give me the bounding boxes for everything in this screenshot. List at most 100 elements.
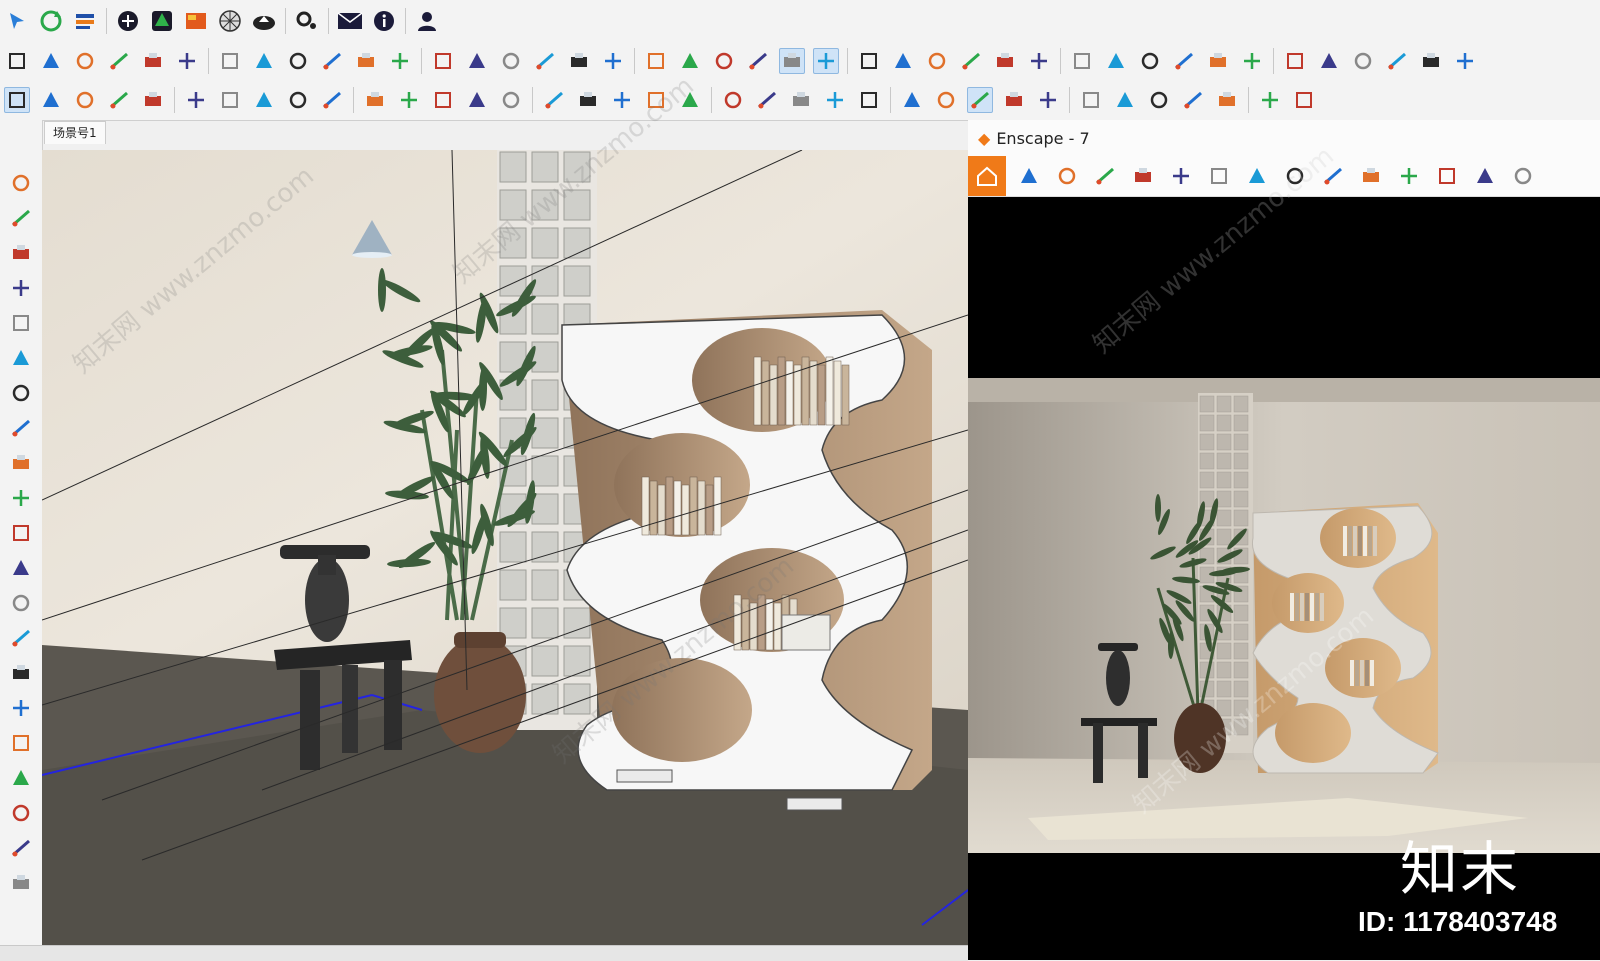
add-circle-icon[interactable]: [115, 8, 141, 34]
styles-icon[interactable]: [720, 87, 746, 113]
link-icon[interactable]: [1257, 87, 1283, 113]
eye-hidden-icon[interactable]: [1214, 87, 1240, 113]
shape-icon[interactable]: [1282, 48, 1308, 74]
pan-icon[interactable]: [498, 87, 524, 113]
group6-icon[interactable]: [600, 48, 626, 74]
enscape-settings-doc-icon[interactable]: [1281, 162, 1309, 190]
enscape-asset-icon[interactable]: [1129, 162, 1157, 190]
protractor-icon[interactable]: [1137, 48, 1163, 74]
circle-icon[interactable]: [8, 380, 34, 406]
eraser-icon[interactable]: [8, 240, 34, 266]
group4-icon[interactable]: [532, 48, 558, 74]
group5-icon[interactable]: [566, 48, 592, 74]
select-arrow-icon[interactable]: [8, 170, 34, 196]
push-pull-icon[interactable]: [8, 485, 34, 511]
user-icon[interactable]: [414, 8, 440, 34]
section-icon[interactable]: [643, 48, 669, 74]
enscape-expand-icon[interactable]: [1319, 162, 1347, 190]
cross-icon[interactable]: [1384, 48, 1410, 74]
enscape-location-icon[interactable]: [1015, 162, 1043, 190]
gear-cluster-icon[interactable]: [294, 8, 320, 34]
sphere-icon[interactable]: [856, 87, 882, 113]
paint-icon[interactable]: [958, 48, 984, 74]
door-icon[interactable]: [251, 48, 277, 74]
paint-bucket-icon[interactable]: [430, 87, 456, 113]
sketchup-viewport[interactable]: [42, 150, 968, 945]
freehand-icon[interactable]: [8, 310, 34, 336]
enscape-map-icon[interactable]: [1357, 162, 1385, 190]
mail-icon[interactable]: [337, 8, 363, 34]
cube-face-icon[interactable]: [38, 48, 64, 74]
enscape-home-icon[interactable]: [968, 156, 1006, 196]
building-icon[interactable]: [319, 48, 345, 74]
warehouse-icon[interactable]: [609, 87, 635, 113]
scene-tab[interactable]: 场景号1: [44, 121, 106, 144]
push-pull-icon[interactable]: [183, 87, 209, 113]
layers-icon[interactable]: [643, 87, 669, 113]
eye-icon[interactable]: [8, 800, 34, 826]
roof-icon[interactable]: [387, 48, 413, 74]
enscape-screenshot-icon[interactable]: [1395, 162, 1423, 190]
refresh-icon[interactable]: [38, 8, 64, 34]
eyedropper-icon[interactable]: [924, 48, 950, 74]
arc-icon[interactable]: [8, 415, 34, 441]
dot-icon[interactable]: [1078, 87, 1104, 113]
rotate-icon[interactable]: [8, 555, 34, 581]
pencil-icon[interactable]: [8, 275, 34, 301]
rectangle-icon[interactable]: [8, 345, 34, 371]
enscape-building-icon[interactable]: [1167, 162, 1195, 190]
pan-icon[interactable]: [8, 695, 34, 721]
cloud-upload-icon[interactable]: [251, 8, 277, 34]
section-box-icon[interactable]: [677, 48, 703, 74]
square-icon[interactable]: [1180, 87, 1206, 113]
curve-icon[interactable]: [1418, 48, 1444, 74]
layers-icon[interactable]: [72, 8, 98, 34]
hammer-icon[interactable]: [1316, 48, 1342, 74]
house-outline-icon[interactable]: [353, 48, 379, 74]
group2-icon[interactable]: [464, 48, 490, 74]
sandbox-icon[interactable]: [677, 87, 703, 113]
light-icon[interactable]: [1112, 87, 1138, 113]
panel-icon[interactable]: [813, 48, 839, 74]
pointer-icon[interactable]: [779, 48, 805, 74]
follow-me-icon[interactable]: [8, 520, 34, 546]
pie-icon[interactable]: [8, 450, 34, 476]
enscape-clapper-icon[interactable]: [1205, 162, 1233, 190]
3d-text-icon[interactable]: [8, 660, 34, 686]
group3-icon[interactable]: [498, 48, 524, 74]
tree-icon[interactable]: [149, 8, 175, 34]
rotate-icon[interactable]: [285, 87, 311, 113]
cube-view-icon[interactable]: [1035, 87, 1061, 113]
sandbox-icon[interactable]: [8, 870, 34, 896]
select-icon[interactable]: [4, 8, 30, 34]
sun-icon[interactable]: [967, 87, 993, 113]
enscape-view-icon[interactable]: [1471, 162, 1499, 190]
info-icon[interactable]: [371, 8, 397, 34]
rectangle-icon[interactable]: [140, 87, 166, 113]
line-icon[interactable]: [1146, 87, 1172, 113]
eyedropper2-icon[interactable]: [992, 48, 1018, 74]
select-arrow-icon[interactable]: [4, 87, 30, 113]
zoom-extents-icon[interactable]: [575, 87, 601, 113]
layers-stack-icon[interactable]: [140, 48, 166, 74]
eraser-icon[interactable]: [38, 87, 64, 113]
profile-icon[interactable]: [754, 87, 780, 113]
group-icon[interactable]: [430, 48, 456, 74]
settings-gear-icon[interactable]: [1001, 87, 1027, 113]
line-icon[interactable]: [1069, 48, 1095, 74]
box-blue-icon[interactable]: [174, 48, 200, 74]
tape-measure-icon[interactable]: [362, 87, 388, 113]
zoom-icon[interactable]: [8, 730, 34, 756]
follow-me-icon[interactable]: [217, 87, 243, 113]
orbit-icon[interactable]: [464, 87, 490, 113]
globe-grid-icon[interactable]: [217, 8, 243, 34]
enscape-cube-icon[interactable]: [1433, 162, 1461, 190]
enscape-logo-icon[interactable]: [788, 87, 814, 113]
box-icon[interactable]: [72, 48, 98, 74]
camera-icon[interactable]: [933, 87, 959, 113]
house-icon[interactable]: [217, 48, 243, 74]
enscape-extra-icon[interactable]: [1509, 162, 1537, 190]
cloud-icon[interactable]: [1291, 87, 1317, 113]
move-icon[interactable]: [251, 87, 277, 113]
position-camera-icon[interactable]: [8, 835, 34, 861]
